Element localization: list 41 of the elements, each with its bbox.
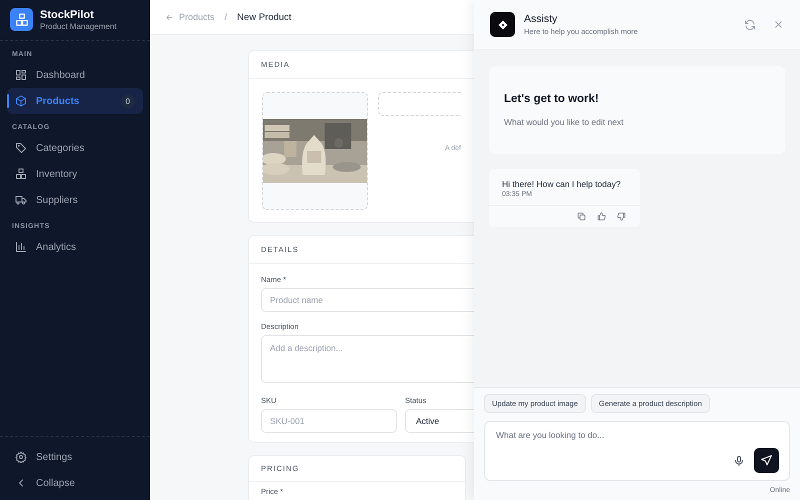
message-field[interactable]: What are you looking to do... — [496, 430, 779, 440]
name-field[interactable]: Product name — [261, 288, 474, 312]
assistant-title: Assisty — [524, 13, 558, 25]
brand-name: StockPilot — [40, 8, 95, 20]
brand-subtitle: Product Management — [40, 22, 116, 30]
box-icon — [15, 95, 27, 107]
breadcrumb-separator: / — [224, 12, 228, 22]
status-select[interactable]: Active — [405, 409, 474, 433]
grid-icon — [15, 69, 27, 81]
nav-item[interactable]: Analytics — [7, 234, 143, 260]
welcome-title: Let's get to work! — [504, 93, 600, 105]
thumbs-up-icon[interactable] — [597, 212, 606, 221]
nav-item[interactable]: Suppliers — [7, 187, 143, 213]
send-button[interactable] — [754, 448, 779, 473]
boxes-icon — [15, 168, 27, 180]
sku-field[interactable]: SKU-001 — [261, 409, 397, 433]
welcome-text: What would you like to edit next — [504, 117, 625, 127]
nav-item[interactable]: Inventory — [7, 161, 143, 187]
nav-item[interactable]: Settings — [7, 444, 143, 470]
image-slot[interactable] — [262, 92, 368, 210]
microphone-icon[interactable] — [733, 454, 745, 466]
count-badge: 0 — [120, 94, 135, 108]
send-icon — [760, 454, 773, 467]
message-text: Hi there! How can I help today? — [501, 178, 622, 189]
bar-chart-icon — [15, 241, 27, 253]
nav-item[interactable]: Categories — [7, 135, 143, 161]
diamond-icon — [496, 18, 508, 30]
boxes-icon — [14, 12, 28, 26]
close-icon[interactable] — [773, 19, 784, 30]
arrow-left-icon — [165, 12, 174, 22]
nav-item[interactable]: Products 0 — [7, 88, 143, 114]
nav-item[interactable]: Collapse — [7, 470, 143, 496]
page-title: New Product — [237, 12, 292, 22]
thumbs-down-icon[interactable] — [617, 212, 626, 221]
copy-icon[interactable] — [577, 212, 586, 221]
description-field[interactable]: Add a description... — [261, 335, 474, 383]
truck-icon — [15, 194, 27, 206]
settings-icon — [15, 451, 27, 463]
refresh-icon[interactable] — [744, 18, 756, 30]
nav-item[interactable]: Dashboard — [7, 62, 143, 88]
tag-icon — [15, 142, 27, 154]
